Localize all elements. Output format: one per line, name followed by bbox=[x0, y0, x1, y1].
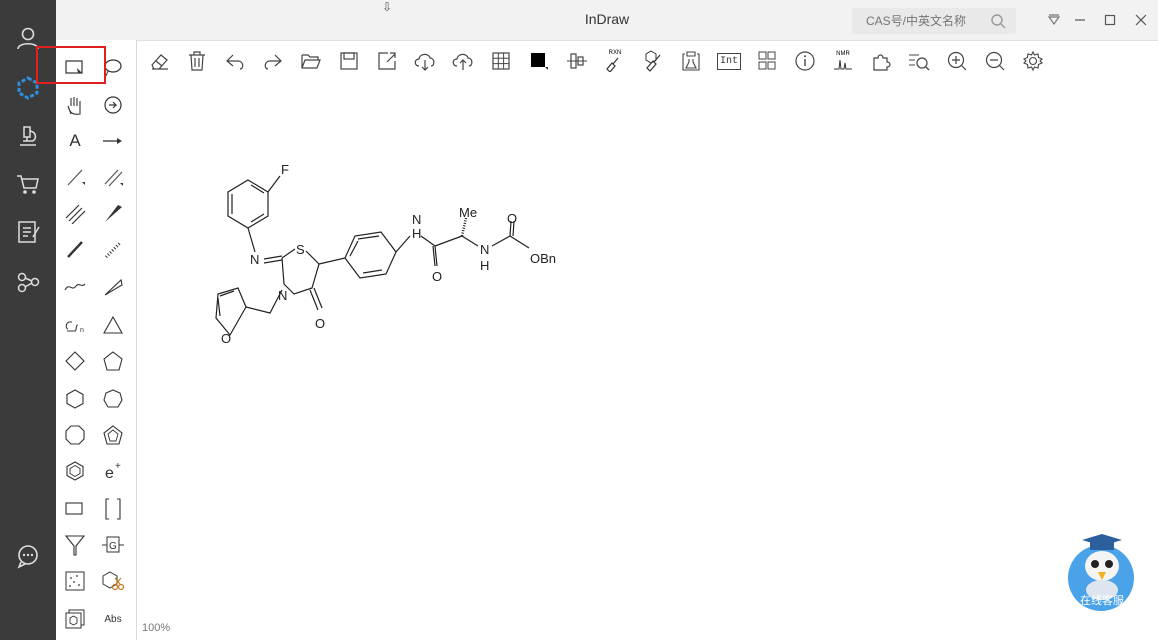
cyclopentane-ring-tool[interactable] bbox=[98, 346, 128, 376]
zoom-in-icon[interactable] bbox=[942, 46, 972, 76]
hand-pan-icon[interactable] bbox=[60, 90, 90, 120]
bold-bond-tool[interactable] bbox=[60, 234, 90, 264]
left-nav bbox=[0, 0, 56, 640]
cyclobutane-ring-tool[interactable] bbox=[60, 346, 90, 376]
microscope-icon[interactable] bbox=[8, 116, 48, 156]
title-bar: ⇩ InDraw bbox=[56, 0, 1158, 41]
main-toolbar: RXN Int NMR bbox=[138, 46, 1158, 86]
funnel-lab-icon[interactable] bbox=[60, 530, 90, 560]
svg-text:G: G bbox=[109, 541, 117, 552]
atom-label: O bbox=[432, 269, 442, 284]
svg-text:n: n bbox=[80, 327, 84, 334]
clipboard-flask-icon[interactable] bbox=[676, 46, 706, 76]
charge-tool[interactable]: e + bbox=[98, 456, 128, 486]
cyclohexane-ring-tool[interactable] bbox=[60, 384, 90, 414]
color-picker-icon[interactable] bbox=[524, 46, 554, 76]
atom-label: OBn bbox=[530, 251, 556, 266]
drawing-canvas[interactable]: F N S N O O N H Me O N H O OBn bbox=[138, 88, 1158, 640]
cycloheptane-ring-tool[interactable] bbox=[98, 384, 128, 414]
hashed-wedge-tool[interactable] bbox=[98, 234, 128, 264]
hollow-wedge-tool[interactable] bbox=[98, 272, 128, 302]
rotate-tool-icon[interactable] bbox=[98, 90, 128, 120]
selected-tool-highlight bbox=[36, 46, 106, 84]
notes-icon[interactable] bbox=[8, 212, 48, 252]
dropdown-menu-icon[interactable] bbox=[1044, 10, 1064, 30]
atom-label: N bbox=[278, 288, 287, 303]
puzzle-plugin-icon[interactable] bbox=[866, 46, 896, 76]
save-icon[interactable] bbox=[334, 46, 364, 76]
atom-label: Me bbox=[459, 205, 477, 220]
search-list-icon[interactable] bbox=[904, 46, 934, 76]
reaction-clean-icon[interactable]: RXN bbox=[600, 46, 630, 76]
single-bond-tool[interactable] bbox=[60, 162, 90, 192]
online-support-widget[interactable]: 在线客服 bbox=[1066, 532, 1136, 612]
atom-label: N bbox=[412, 212, 421, 227]
atom-label: S bbox=[296, 242, 305, 257]
maximize-button[interactable] bbox=[1100, 10, 1120, 30]
atom-label: N bbox=[480, 242, 489, 257]
close-button[interactable] bbox=[1131, 10, 1151, 30]
benzene-ring-tool[interactable] bbox=[60, 456, 90, 486]
molecule-structure[interactable]: F N S N O O N H Me O N H O OBn bbox=[138, 88, 658, 368]
clean-structure-icon[interactable] bbox=[638, 46, 668, 76]
minimize-button[interactable] bbox=[1070, 10, 1090, 30]
triple-bond-tool[interactable] bbox=[60, 198, 90, 228]
cloud-download-icon[interactable] bbox=[410, 46, 440, 76]
zoom-out-icon[interactable] bbox=[980, 46, 1010, 76]
chain-tool[interactable]: n bbox=[60, 310, 90, 340]
dotted-pattern-icon[interactable] bbox=[60, 566, 90, 596]
search-icon[interactable] bbox=[990, 13, 1006, 32]
arrow-tool[interactable] bbox=[98, 126, 128, 156]
atom-label: O bbox=[507, 211, 517, 226]
settings-gear-icon[interactable] bbox=[1018, 46, 1048, 76]
int-label: Int bbox=[716, 52, 741, 70]
atom-label: O bbox=[315, 316, 325, 331]
undo-icon[interactable] bbox=[220, 46, 250, 76]
trash-icon[interactable] bbox=[182, 46, 212, 76]
template-library-icon[interactable] bbox=[60, 604, 90, 634]
support-label: 在线客服 bbox=[1080, 595, 1124, 607]
atom-label: F bbox=[281, 162, 289, 177]
shape-rectangle-tool[interactable] bbox=[60, 494, 90, 524]
atom-label: O bbox=[221, 331, 231, 346]
cleanup-scissors-icon[interactable] bbox=[98, 566, 128, 596]
wedge-bond-tool[interactable] bbox=[98, 198, 128, 228]
share-network-icon[interactable] bbox=[8, 262, 48, 302]
double-bond-tool[interactable] bbox=[98, 162, 128, 192]
group-template-tool[interactable]: G bbox=[98, 530, 128, 560]
export-icon[interactable] bbox=[372, 46, 402, 76]
info-icon[interactable] bbox=[790, 46, 820, 76]
drawing-tools-panel: A n e + G Abs bbox=[56, 40, 137, 640]
wavy-bond-tool[interactable] bbox=[60, 272, 90, 302]
zoom-level: 100% bbox=[142, 622, 171, 634]
svg-text:+: + bbox=[115, 461, 121, 472]
abs-stereo-label-tool[interactable]: Abs bbox=[98, 604, 128, 634]
atom-label: H bbox=[480, 258, 489, 273]
atom-label: N bbox=[250, 252, 259, 267]
redo-icon[interactable] bbox=[258, 46, 288, 76]
eraser-icon[interactable] bbox=[144, 46, 174, 76]
svg-text:e: e bbox=[105, 465, 114, 482]
chat-bubble-icon[interactable] bbox=[8, 536, 48, 576]
bracket-tool[interactable] bbox=[98, 494, 128, 524]
grid-table-icon[interactable] bbox=[486, 46, 516, 76]
atom-label: H bbox=[412, 226, 421, 241]
int-name-icon[interactable]: Int bbox=[714, 46, 744, 76]
periodic-table-icon[interactable] bbox=[752, 46, 782, 76]
text-tool[interactable]: A bbox=[60, 126, 90, 156]
cyclooctane-ring-tool[interactable] bbox=[60, 420, 90, 450]
triangle-ring-tool[interactable] bbox=[98, 310, 128, 340]
search-box bbox=[852, 8, 1016, 34]
cloud-upload-icon[interactable] bbox=[448, 46, 478, 76]
cart-icon[interactable] bbox=[8, 164, 48, 204]
search-input[interactable] bbox=[864, 13, 988, 29]
open-folder-icon[interactable] bbox=[296, 46, 326, 76]
align-icon[interactable] bbox=[562, 46, 592, 76]
nmr-prediction-icon[interactable]: NMR bbox=[828, 46, 858, 76]
cyclopentadiene-ring-tool[interactable] bbox=[98, 420, 128, 450]
